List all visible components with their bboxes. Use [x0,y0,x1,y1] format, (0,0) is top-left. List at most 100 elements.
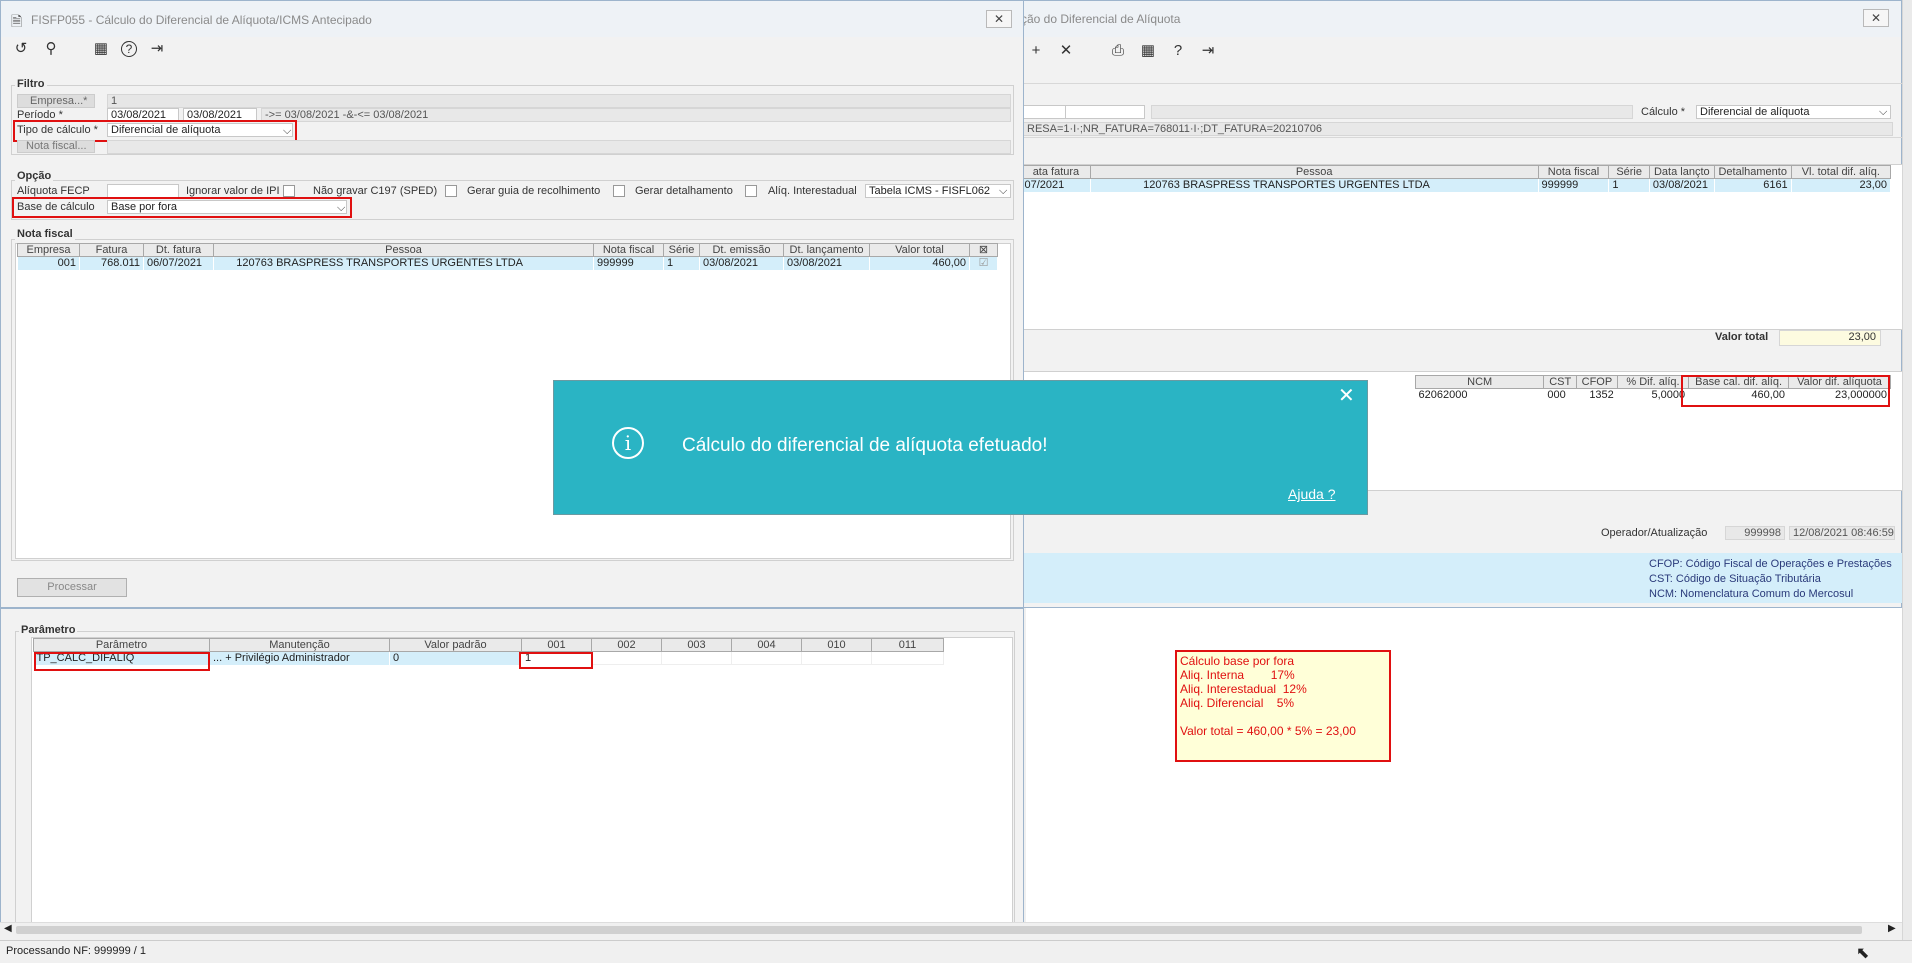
scroll-left-icon[interactable]: ◀ [4,923,12,934]
cell-dt-fatura: 06/07/2021 [143,256,214,270]
right-scrollbar[interactable] [1902,0,1912,940]
aliq-inter-label: Alíq. Interestadual [768,185,857,197]
note-line: Valor total = 460,00 * 5% = 23,00 [1180,724,1356,738]
highlight-base-valor [1681,375,1890,407]
nota-legend: Nota fiscal [15,228,75,240]
toast-close-icon[interactable]: ✕ [1338,385,1355,407]
exit-icon[interactable]: ⇥ [147,39,167,59]
col-header[interactable]: CST [1543,375,1578,389]
col-header[interactable]: 001 [521,638,592,652]
toast-message: Cálculo do diferencial de alíquota efetu… [682,435,1048,456]
cell-manut[interactable]: ... + Privilégio Administrador [209,651,390,665]
select-all-icon[interactable]: ⊠ [969,243,998,257]
cell-002[interactable] [591,651,662,665]
cell-serie: 1 [1608,178,1650,192]
help-icon[interactable]: ? [1168,41,1188,61]
back-calc-select[interactable]: Diferencial de alíquota [1696,105,1891,119]
col-header[interactable]: Pessoa [213,243,594,257]
nota-table: Empresa Fatura Dt. fatura Pessoa Nota fi… [17,243,998,270]
search-icon[interactable]: ⚲ [41,39,61,59]
col-header[interactable]: Empresa [17,243,80,257]
tabela-select[interactable]: Tabela ICMS - FISFL062 [865,184,1011,198]
back-calc-label: Cálculo * [1641,106,1686,118]
col-header[interactable]: Detalhamento [1713,165,1792,179]
col-header[interactable]: NCM [1414,375,1545,389]
cell-003[interactable] [661,651,732,665]
cell-004[interactable] [731,651,802,665]
pessoa-code: 120763 [1143,178,1180,191]
print-icon[interactable]: ⎙ [1108,41,1128,61]
help-icon[interactable]: ? [121,41,137,57]
col-header[interactable]: 004 [731,638,802,652]
col-header[interactable]: CFOP [1576,375,1618,389]
bottom-scrollbar[interactable]: ◀ ▶ [0,922,1902,936]
undo-icon[interactable]: ↺ [11,39,31,59]
table-row[interactable]: 07/2021 120763 BRASPRESS TRANSPORTES URG… [1021,178,1892,192]
note-line: Aliq. Interestadual 12% [1180,682,1307,696]
row-checkbox[interactable]: ☑ [969,256,998,270]
col-header[interactable]: Nota fiscal [593,243,664,257]
ignorar-ipi-checkbox[interactable] [283,185,295,197]
col-header[interactable]: Valor padrão [389,638,522,652]
col-header[interactable]: Parâmetro [33,638,210,652]
col-header[interactable]: Dt. lançamento [783,243,870,257]
cell-valor-padrao[interactable]: 0 [389,651,522,665]
data-atualizacao: 12/08/2021 08:46:59 [1789,526,1895,540]
note-area [1026,608,1902,928]
col-header[interactable]: Data lançto [1648,165,1715,179]
nao-gravar-checkbox[interactable] [445,185,457,197]
col-header[interactable]: 010 [801,638,872,652]
processar-button[interactable]: Processar [17,578,127,597]
front-window-title: FISFP055 - Cálculo do Diferencial de Alí… [31,13,372,27]
col-header[interactable]: Dt. fatura [143,243,214,257]
note-line: Aliq. Interna 17% [1180,668,1295,682]
col-header[interactable]: % Dif. alíq. [1616,375,1690,389]
param-window: Parâmetro Parâmetro Manutenção Valor pad… [0,608,1024,928]
back-date-to[interactable] [1065,105,1145,119]
col-header[interactable]: Pessoa [1089,165,1539,179]
back-date-from[interactable] [1023,105,1069,119]
col-header[interactable]: Manutenção [209,638,390,652]
back-close-button[interactable]: ✕ [1863,9,1889,27]
col-header[interactable]: Nota fiscal [1537,165,1610,179]
col-header[interactable]: 003 [661,638,732,652]
col-header[interactable]: Dt. emissão [699,243,784,257]
empresa-label[interactable]: Empresa...* [17,94,95,108]
cell-011[interactable] [871,651,944,665]
nao-gravar-label: Não gravar C197 (SPED) [313,185,438,197]
nota-fiscal-field[interactable] [107,140,1011,154]
calendar-icon[interactable]: ▦ [1138,41,1158,61]
operador-label: Operador/Atualização [1601,527,1708,539]
empresa-field[interactable]: 1 [107,94,1011,108]
gerar-det-checkbox[interactable] [745,185,757,197]
ignorar-ipi-label: Ignorar valor de IPI [186,185,280,197]
pessoa-name: BRASPRESS TRANSPORTES URGENTES LTDA [1182,178,1430,191]
col-header[interactable]: 002 [591,638,662,652]
cell-010[interactable] [801,651,872,665]
fecp-input[interactable] [107,184,179,198]
cell-nota: 999999 [1538,178,1610,192]
col-header[interactable]: Fatura [79,243,144,257]
chevron-down-icon: ⌵ [1879,106,1888,118]
delete-icon[interactable]: ✕ [1056,41,1076,61]
table-row[interactable]: 001 768.011 06/07/2021 120763 BRASPRESS … [17,256,998,270]
col-header[interactable]: Valor total [869,243,970,257]
scroll-thumb[interactable] [16,926,1862,934]
col-header[interactable]: Série [663,243,700,257]
cell-pessoa: 120763 BRASPRESS TRANSPORTES URGENTES LT… [213,256,594,270]
cell-dt-lanc: 03/08/2021 [783,256,870,270]
nota-fiscal-label[interactable]: Nota fiscal... [17,140,95,153]
exit-icon[interactable]: ⇥ [1198,41,1218,61]
front-close-button[interactable]: ✕ [986,10,1012,28]
col-header[interactable]: Série [1608,165,1650,179]
toast-help-link[interactable]: Ajuda ? [1288,486,1335,502]
add-icon[interactable]: + [1026,41,1046,61]
gerar-guia-checkbox[interactable] [613,185,625,197]
front-window: 🗎 FISFP055 - Cálculo do Diferencial de A… [0,0,1024,608]
cell-data-fatura: 07/2021 [1021,178,1091,192]
col-header[interactable]: ata fatura [1021,165,1091,179]
col-header[interactable]: Vl. total dif. alíq. [1790,165,1892,179]
calendar-icon[interactable]: ▦ [91,39,111,59]
col-header[interactable]: 011 [871,638,944,652]
scroll-right-icon[interactable]: ▶ [1888,923,1896,934]
